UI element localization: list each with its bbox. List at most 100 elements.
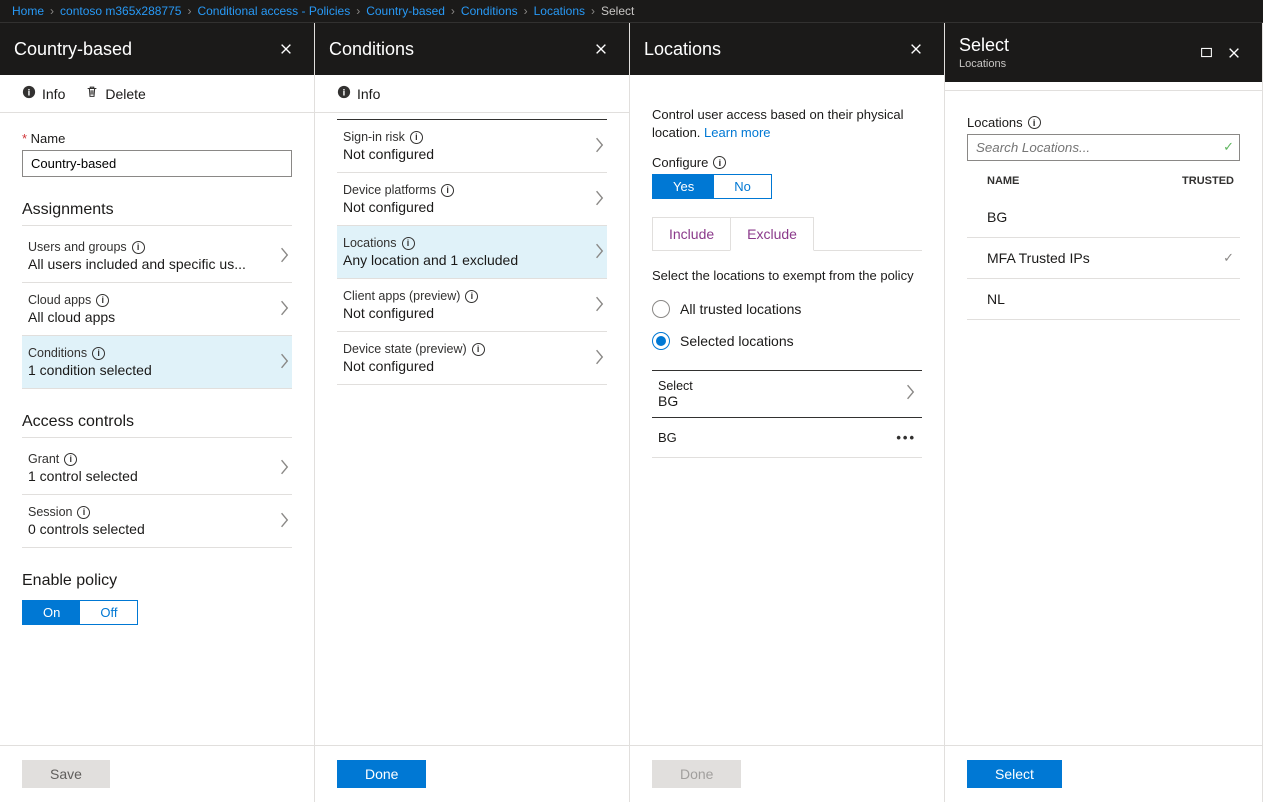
info-icon[interactable]: i (92, 347, 105, 360)
access-controls-heading: Access controls (22, 413, 292, 438)
assignments-row-0[interactable]: Users and groups iAll users included and… (22, 230, 292, 283)
chevron-right-icon (280, 512, 290, 531)
select-locations-row[interactable]: Select BG (652, 370, 922, 418)
row-top-label: Conditions (28, 346, 87, 360)
toggle-on[interactable]: On (23, 601, 80, 624)
chevron-right-icon (280, 459, 290, 478)
info-icon[interactable]: i (64, 453, 77, 466)
assignments-row-2[interactable]: Conditions i 1 condition selected (22, 336, 292, 389)
blade-select: Select Locations Locations i ✓ NAME TRUS… (945, 23, 1263, 802)
assignments-row-1[interactable]: Cloud apps iAll cloud apps (22, 283, 292, 336)
chevron-right-icon (280, 247, 290, 266)
info-button[interactable]: i Info (337, 85, 380, 102)
chevron-right-icon (595, 349, 605, 368)
condition-row-2[interactable]: Locations i Any location and 1 excluded (337, 226, 607, 279)
configure-toggle[interactable]: Yes No (652, 174, 772, 199)
crumb-home[interactable]: Home (12, 4, 44, 18)
info-icon[interactable]: i (441, 184, 454, 197)
access-row-0[interactable]: Grant i1 control selected (22, 442, 292, 495)
info-icon[interactable]: i (77, 506, 90, 519)
location-row-1[interactable]: MFA Trusted IPs✓ (967, 238, 1240, 279)
info-icon[interactable]: i (713, 156, 726, 169)
location-name: BG (987, 209, 1220, 225)
configure-no[interactable]: No (714, 175, 771, 198)
radio-label: All trusted locations (680, 301, 801, 317)
info-label: Info (42, 86, 65, 102)
select-label: Select (658, 379, 693, 393)
info-icon[interactable]: i (410, 131, 423, 144)
row-top-label: Cloud apps (28, 293, 91, 307)
done-button[interactable]: Done (337, 760, 426, 788)
close-icon[interactable] (1220, 39, 1248, 67)
info-icon[interactable]: i (1028, 116, 1041, 129)
close-icon[interactable] (272, 35, 300, 63)
svg-text:i: i (28, 88, 31, 99)
blade-locations: Locations Control user access based on t… (630, 23, 945, 802)
configure-yes[interactable]: Yes (653, 175, 714, 198)
tab-exclude[interactable]: Exclude (730, 217, 814, 251)
configure-label: Configure (652, 155, 708, 170)
delete-button[interactable]: Delete (85, 85, 145, 102)
select-button[interactable]: Select (967, 760, 1062, 788)
enable-policy-heading: Enable policy (22, 572, 292, 596)
crumb-ca[interactable]: Conditional access - Policies (197, 4, 350, 18)
radio-label: Selected locations (680, 333, 794, 349)
condition-row-1[interactable]: Device platforms iNot configured (337, 173, 607, 226)
chevron-right-icon (595, 296, 605, 315)
toggle-off[interactable]: Off (80, 601, 137, 624)
row-bottom-label: Any location and 1 excluded (343, 252, 518, 268)
crumb-conditions[interactable]: Conditions (461, 4, 518, 18)
radio-selected-locations[interactable]: Selected locations (652, 332, 922, 350)
assignments-heading: Assignments (22, 201, 292, 226)
info-icon[interactable]: i (465, 290, 478, 303)
row-bottom-label: 1 condition selected (28, 362, 152, 378)
trash-icon (85, 85, 99, 102)
info-icon[interactable]: i (402, 237, 415, 250)
radio-all-trusted[interactable]: All trusted locations (652, 300, 922, 318)
tab-include[interactable]: Include (652, 217, 730, 251)
breadcrumb: Home› contoso m365x288775› Conditional a… (0, 0, 1263, 23)
chevron-right-icon: › (524, 4, 528, 18)
row-bottom-label: Not configured (343, 358, 485, 374)
info-icon[interactable]: i (132, 241, 145, 254)
info-button[interactable]: i Info (22, 85, 65, 102)
info-icon[interactable]: i (96, 294, 109, 307)
close-icon[interactable] (902, 35, 930, 63)
crumb-locations[interactable]: Locations (534, 4, 585, 18)
close-icon[interactable] (587, 35, 615, 63)
access-row-1[interactable]: Session i 0 controls selected (22, 495, 292, 548)
row-bottom-label: 0 controls selected (28, 521, 145, 537)
condition-row-0[interactable]: Sign-in risk iNot configured (337, 120, 607, 173)
location-row-0[interactable]: BG (967, 197, 1240, 238)
select-value: BG (658, 393, 693, 409)
search-input[interactable] (967, 134, 1240, 161)
policy-name-input[interactable] (22, 150, 292, 177)
row-top-label: Locations (343, 236, 397, 250)
save-button[interactable]: Save (22, 760, 110, 788)
col-trusted: TRUSTED (1182, 175, 1234, 187)
delete-label: Delete (105, 86, 145, 102)
chip-label: BG (658, 430, 677, 445)
enable-policy-toggle[interactable]: On Off (22, 600, 138, 625)
more-icon[interactable]: ••• (896, 430, 916, 445)
condition-row-3[interactable]: Client apps (preview) iNot configured (337, 279, 607, 332)
crumb-tenant[interactable]: contoso m365x288775 (60, 4, 181, 18)
blade-title: Locations (644, 39, 902, 60)
locations-description: Control user access based on their physi… (652, 106, 922, 142)
chevron-right-icon (906, 384, 916, 403)
condition-row-4[interactable]: Device state (preview) iNot configured (337, 332, 607, 385)
crumb-policy[interactable]: Country-based (366, 4, 445, 18)
learn-more-link[interactable]: Learn more (704, 125, 770, 140)
blade-title: Select (959, 35, 1192, 56)
row-top-label: Sign-in risk (343, 130, 405, 144)
info-icon[interactable]: i (472, 343, 485, 356)
chevron-right-icon (595, 243, 605, 262)
row-top-label: Grant (28, 452, 59, 466)
location-row-2[interactable]: NL (967, 279, 1240, 320)
row-bottom-label: Not configured (343, 199, 454, 215)
row-top-label: Session (28, 505, 72, 519)
exclude-instruction: Select the locations to exempt from the … (652, 267, 922, 285)
info-label: Info (357, 86, 380, 102)
check-icon: ✓ (1223, 250, 1234, 266)
maximize-icon[interactable] (1192, 39, 1220, 67)
